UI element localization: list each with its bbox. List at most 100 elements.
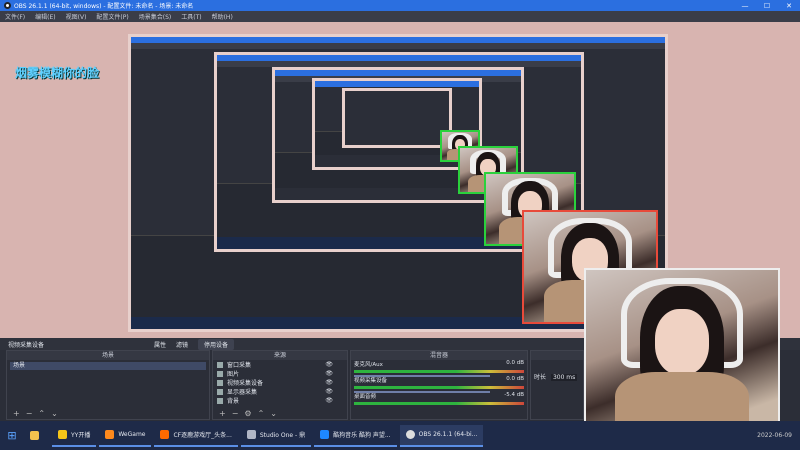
sources-dock: 来源 窗口采集 👁 图片 👁 视频采集设备 👁 显示器采集 👁 背景 👁 + −… bbox=[212, 350, 348, 420]
deactivate-button[interactable]: 停用设备 bbox=[198, 338, 235, 350]
menu-edit[interactable]: 编辑(E) bbox=[35, 12, 55, 21]
taskbar-item-browser[interactable]: CF逐鹿游戏厅_头条... bbox=[154, 425, 238, 447]
taskbar-item-explorer[interactable] bbox=[24, 425, 49, 447]
visibility-eye-icon[interactable]: 👁 bbox=[325, 379, 333, 386]
windows-start-icon[interactable]: ⊞ bbox=[0, 425, 24, 447]
image-icon bbox=[217, 370, 223, 377]
nested-menubar bbox=[131, 43, 665, 49]
taskbar-label: Studio One - 鼎 bbox=[259, 432, 306, 439]
add-icon[interactable]: + bbox=[219, 409, 226, 418]
mixer-dock: 混音器 麦克风/Aux 0.0 dB 视频采集设备 0.0 dB 桌面音频 -5… bbox=[350, 350, 528, 420]
window-title: OBS 26.1.1 (64-bit, windows) - 配置文件: 未命名… bbox=[14, 3, 194, 10]
scenes-header: 场景 bbox=[7, 351, 209, 360]
channel-name: 桌面音频 bbox=[354, 394, 377, 400]
visibility-eye-icon[interactable]: 👁 bbox=[325, 370, 333, 377]
taskbar-label: OBS 26.1.1 (64-bi... bbox=[418, 431, 478, 438]
transitions-header bbox=[531, 351, 583, 360]
source-item[interactable]: 显示器采集 👁 bbox=[213, 387, 347, 396]
folder-icon bbox=[30, 431, 39, 440]
menu-view[interactable]: 视图(V) bbox=[66, 12, 87, 21]
gear-icon[interactable]: ⚙ bbox=[244, 409, 251, 418]
source-item[interactable]: 图片 👁 bbox=[213, 369, 347, 378]
menu-tools[interactable]: 工具(T) bbox=[181, 12, 201, 21]
move-down-icon[interactable]: ⌄ bbox=[51, 409, 58, 418]
mixer-channel: 麦克风/Aux 0.0 dB bbox=[351, 360, 527, 377]
taskbar-item-studio-one[interactable]: Studio One - 鼎 bbox=[240, 425, 312, 447]
obs-icon bbox=[405, 430, 415, 439]
move-down-icon[interactable]: ⌄ bbox=[270, 409, 277, 418]
menu-scene-collection[interactable]: 场景集合(S) bbox=[139, 12, 172, 21]
taskbar-label: YY开播 bbox=[71, 432, 91, 439]
camera-icon bbox=[217, 379, 223, 386]
source-label: 视频采集设备 bbox=[227, 380, 264, 387]
menu-help[interactable]: 帮助(H) bbox=[212, 12, 233, 21]
selected-source-label: 视频采集设备 bbox=[8, 341, 45, 349]
visibility-eye-icon[interactable]: 👁 bbox=[325, 361, 333, 368]
browser-icon bbox=[160, 430, 170, 439]
scene-item[interactable]: 场景 bbox=[10, 362, 206, 370]
add-icon[interactable]: + bbox=[13, 409, 20, 418]
remove-icon[interactable]: − bbox=[232, 409, 239, 418]
duration-label: 时长 bbox=[534, 374, 547, 381]
title-bar: OBS 26.1.1 (64-bit, windows) - 配置文件: 未命名… bbox=[0, 0, 800, 11]
taskbar-label: 酷狗音乐 酷狗 声望... bbox=[333, 432, 391, 439]
mixer-header: 混音器 bbox=[351, 351, 527, 360]
taskbar-item-wegame[interactable]: WeGame bbox=[99, 425, 152, 447]
channel-name: 视频采集设备 bbox=[354, 378, 388, 384]
volume-meter bbox=[354, 402, 524, 405]
properties-button[interactable]: 属性 bbox=[154, 340, 166, 349]
monitor-icon bbox=[217, 388, 223, 395]
volume-meter bbox=[354, 370, 524, 373]
taskbar-label: WeGame bbox=[118, 431, 146, 438]
taskbar-item-kugou[interactable]: 酷狗音乐 酷狗 声望... bbox=[314, 425, 397, 447]
taskbar-clock: 2022-06-09 bbox=[757, 432, 792, 439]
remove-icon[interactable]: − bbox=[26, 409, 33, 418]
volume-meter bbox=[354, 386, 524, 389]
wegame-icon bbox=[105, 430, 115, 439]
close-icon[interactable]: ✕ bbox=[778, 2, 800, 10]
minimize-icon[interactable]: — bbox=[734, 2, 756, 10]
source-label: 图片 bbox=[227, 371, 240, 378]
source-item[interactable]: 视频采集设备 👁 bbox=[213, 378, 347, 387]
nested-preview-5 bbox=[342, 88, 452, 148]
taskbar-label: CF逐鹿游戏厅_头条... bbox=[173, 432, 232, 439]
menu-file[interactable]: 文件(F) bbox=[5, 12, 25, 21]
visibility-eye-icon[interactable]: 👁 bbox=[325, 388, 333, 395]
preview-overlay-text: 烟雾模糊你的脸 bbox=[15, 66, 100, 80]
channel-db: 0.0 dB bbox=[506, 360, 524, 366]
mixer-channel: 桌面音频 -5.4 dB bbox=[351, 392, 527, 408]
obs-logo-icon bbox=[4, 2, 11, 9]
menu-profile[interactable]: 配置文件(P) bbox=[96, 12, 128, 21]
source-item[interactable]: 背景 👁 bbox=[213, 396, 347, 405]
window-controls: — ☐ ✕ bbox=[734, 2, 800, 10]
nested-titlebar bbox=[315, 81, 479, 87]
window-capture-icon bbox=[217, 361, 223, 368]
sources-header: 来源 bbox=[213, 351, 347, 360]
transitions-dock: 时长 300 ms bbox=[530, 350, 584, 420]
move-up-icon[interactable]: ⌃ bbox=[258, 409, 265, 418]
mixer-channel: 视频采集设备 0.0 dB bbox=[351, 376, 527, 393]
image-icon bbox=[217, 397, 223, 404]
kugou-icon bbox=[320, 430, 330, 439]
scenes-dock: 场景 场景 + − ⌃ ⌄ bbox=[6, 350, 210, 420]
taskbar-item-obs[interactable]: OBS 26.1.1 (64-bi... bbox=[399, 424, 484, 447]
taskbar-item-yy[interactable]: YY开播 bbox=[52, 425, 97, 447]
channel-db: 0.0 dB bbox=[506, 376, 524, 382]
sources-toolbar: + − ⚙ ⌃ ⌄ bbox=[213, 407, 347, 419]
filters-button[interactable]: 滤镜 bbox=[176, 340, 188, 349]
menu-bar: 文件(F) 编辑(E) 视图(V) 配置文件(P) 场景集合(S) 工具(T) … bbox=[0, 11, 800, 22]
source-label: 窗口采集 bbox=[227, 362, 252, 369]
windows-taskbar: ⊞ YY开播 WeGame CF逐鹿游戏厅_头条... Studio One -… bbox=[0, 421, 800, 450]
channel-name: 麦克风/Aux bbox=[354, 362, 383, 368]
source-label: 背景 bbox=[227, 398, 240, 405]
duration-input[interactable]: 300 ms bbox=[550, 374, 578, 381]
visibility-eye-icon[interactable]: 👁 bbox=[325, 397, 333, 404]
webcam-overlay bbox=[584, 268, 780, 436]
studio-one-icon bbox=[246, 430, 256, 439]
scenes-toolbar: + − ⌃ ⌄ bbox=[7, 407, 209, 419]
move-up-icon[interactable]: ⌃ bbox=[38, 409, 45, 418]
source-item[interactable]: 窗口采集 👁 bbox=[213, 360, 347, 369]
maximize-icon[interactable]: ☐ bbox=[756, 2, 778, 10]
channel-db: -5.4 dB bbox=[504, 392, 524, 398]
yy-app-icon bbox=[58, 430, 67, 439]
